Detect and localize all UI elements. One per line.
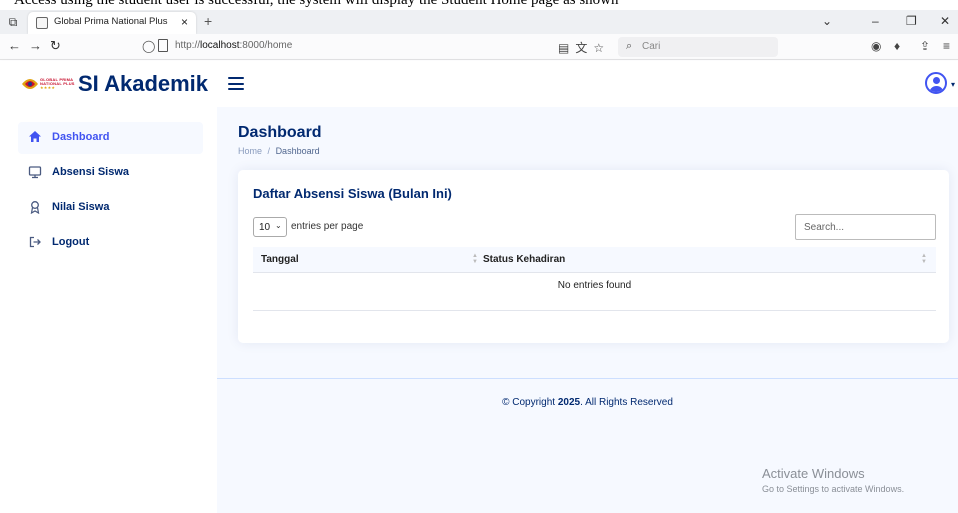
url-path: :8000/home <box>239 40 293 51</box>
school-logo-text: GLOBAL PRIMA NATIONAL PLUS ★★★★ <box>40 78 75 90</box>
main-content: Dashboard Home / Dashboard Daftar Absens… <box>217 107 958 513</box>
breadcrumb-home[interactable]: Home <box>238 146 262 156</box>
sort-icon[interactable]: ▲ ▼ <box>472 253 478 265</box>
monitor-icon <box>28 165 42 179</box>
browser-tab[interactable]: Global Prima National Plus × <box>28 12 196 34</box>
attendance-card: Daftar Absensi Siswa (Bulan Ini) 10 ⌄ en… <box>238 170 949 343</box>
sort-icon[interactable]: ▲ ▼ <box>921 253 927 265</box>
sidebar-item-logout[interactable]: Logout <box>18 227 203 259</box>
chevron-down-icon[interactable]: ⌄ <box>822 14 832 28</box>
url-action-icons: ▤文☆ <box>558 39 610 56</box>
back-icon[interactable]: ← <box>8 39 21 53</box>
sidebar-item-nilai-siswa[interactable]: Nilai Siswa <box>18 192 203 224</box>
breadcrumb-separator: / <box>267 146 271 156</box>
watermark-subtitle: Go to Settings to activate Windows. <box>762 484 905 494</box>
hamburger-menu-icon[interactable] <box>228 77 244 90</box>
browser-tab-bar: ⧉ Global Prima National Plus × + ⌄ – ❐ ✕ <box>0 10 958 34</box>
menu-icon[interactable]: ≡ <box>943 39 950 53</box>
close-icon[interactable]: ✕ <box>940 14 950 28</box>
sidebar-item-label: Absensi Siswa <box>52 166 130 178</box>
browser-search-placeholder: Cari <box>642 41 661 52</box>
document-caption: Access using the student user is success… <box>0 0 958 10</box>
minimize-icon[interactable]: – <box>872 14 879 28</box>
maximize-icon[interactable]: ❐ <box>906 14 917 28</box>
caption-text: Access using the student user is success… <box>14 0 619 8</box>
page-icon <box>158 39 168 52</box>
close-icon[interactable]: × <box>181 15 188 29</box>
sidebar-item-label: Nilai Siswa <box>52 201 110 213</box>
watermark-title: Activate Windows <box>762 466 865 481</box>
column-header-tanggal[interactable]: Tanggal <box>261 254 299 265</box>
tab-list-icon[interactable]: ⧉ <box>5 14 21 30</box>
app-header: GLOBAL PRIMA NATIONAL PLUS ★★★★ SI Akade… <box>0 61 958 107</box>
breadcrumb: Home / Dashboard <box>238 146 320 156</box>
sidebar: Dashboard Absensi Siswa Nilai Siswa Logo… <box>0 107 217 513</box>
table-header: Tanggal ▲ ▼ Status Kehadiran ▲ ▼ <box>253 247 936 273</box>
extension-icon[interactable]: ♦ <box>894 39 900 53</box>
sidebar-item-label: Dashboard <box>52 131 110 143</box>
sidebar-item-label: Logout <box>52 236 90 248</box>
translate-icon[interactable]: 文 <box>575 41 593 55</box>
page-icon <box>36 17 48 29</box>
forward-icon[interactable]: → <box>29 39 42 53</box>
browser-search-box[interactable]: ⌕ Cari <box>618 37 778 57</box>
column-header-status-kehadiran[interactable]: Status Kehadiran <box>483 254 565 265</box>
award-icon <box>28 200 42 215</box>
brand-title[interactable]: SI Akademik <box>78 71 208 97</box>
browser-nav-bar: ← → ↻ ◯ http://localhost:8000/home ▤文☆ ⌕… <box>0 34 958 60</box>
sidebar-item-dashboard[interactable]: Dashboard <box>18 122 203 154</box>
reader-icon[interactable]: ▤ <box>558 41 575 55</box>
tab-title: Global Prima National Plus <box>54 16 168 27</box>
logo-stars: ★★★★ <box>40 85 56 90</box>
page-title: Dashboard <box>238 124 322 141</box>
profile-avatar-icon[interactable] <box>925 72 947 94</box>
new-tab-button[interactable]: + <box>204 14 212 28</box>
copyright-text: © Copyright 2025. All Rights Reserved <box>217 397 958 408</box>
entries-per-page-value: 10 <box>259 222 271 233</box>
reload-icon[interactable]: ↻ <box>50 39 61 53</box>
table-search-input[interactable] <box>795 214 936 240</box>
school-logo-icon <box>22 79 38 89</box>
url-host: localhost <box>200 40 240 51</box>
bookmark-star-icon[interactable]: ☆ <box>593 41 610 55</box>
entries-per-page-label: entries per page <box>291 221 364 232</box>
table-empty-row: No entries found <box>253 273 936 311</box>
chevron-down-icon: ⌄ <box>275 221 282 230</box>
copyright-prefix: © Copyright <box>502 397 558 408</box>
shield-icon[interactable]: ◯ <box>142 39 155 53</box>
sidebar-item-absensi-siswa[interactable]: Absensi Siswa <box>18 157 203 189</box>
url-bar[interactable]: http://localhost:8000/home <box>175 40 292 51</box>
breadcrumb-current: Dashboard <box>275 146 320 156</box>
copyright-suffix: . All Rights Reserved <box>580 397 673 408</box>
copyright-year: 2025 <box>557 397 581 408</box>
search-icon: ⌕ <box>626 40 633 52</box>
share-icon[interactable]: ⇪ <box>920 39 930 53</box>
empty-message: No entries found <box>557 280 632 291</box>
entries-per-page-select[interactable]: 10 ⌄ <box>253 217 287 237</box>
card-title: Daftar Absensi Siswa (Bulan Ini) <box>253 186 452 201</box>
activate-windows-watermark: Activate Windows Go to Settings to activ… <box>762 466 904 494</box>
url-prefix: http:// <box>175 40 201 51</box>
account-icon[interactable]: ◉ <box>871 39 881 53</box>
chevron-down-icon[interactable]: ▾ <box>951 80 955 89</box>
logout-icon <box>28 235 42 249</box>
home-icon <box>28 130 42 144</box>
